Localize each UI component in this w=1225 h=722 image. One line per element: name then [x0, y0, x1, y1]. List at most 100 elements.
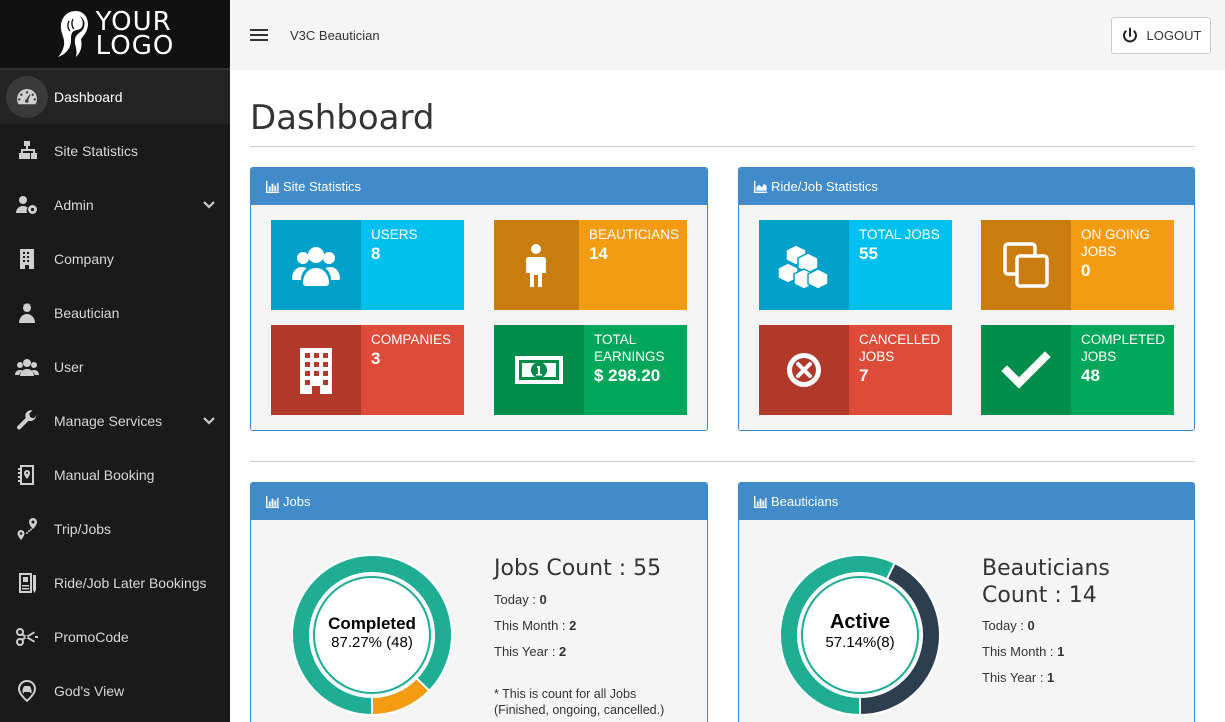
- stat-tile-cancelled-jobs[interactable]: CANCELLED JOBS 7: [759, 325, 952, 415]
- count-title-line-2: Count : 14: [982, 583, 1097, 608]
- jobs-panel: Jobs Completed 87.27% (48) Jobs Count : …: [250, 482, 708, 722]
- sidebar-item-promocode[interactable]: PromoCode: [0, 610, 230, 664]
- tile-value: 48: [1081, 366, 1100, 385]
- site-statistics-panel: Site Statistics USERS 8 BEAUTICIANS 14 C…: [250, 167, 708, 431]
- sitemap-icon: [12, 136, 42, 166]
- jobs-year-value: 2: [559, 644, 567, 659]
- panel-header: Beauticians: [739, 483, 1194, 520]
- sidebar-item-trip-jobs[interactable]: Trip/Jobs: [0, 502, 230, 556]
- jobs-this-month: This Month : 2: [494, 618, 576, 633]
- person-icon: [494, 220, 579, 310]
- logo-head-icon: [57, 11, 88, 57]
- beauticians-year-label: This Year :: [982, 670, 1048, 685]
- tile-info: CANCELLED JOBS 7: [849, 325, 952, 415]
- stat-tile-companies[interactable]: COMPANIES 3: [271, 325, 464, 415]
- beauticians-today: Today : 0: [982, 618, 1035, 633]
- stat-tile-completed-jobs[interactable]: COMPLETED JOBS 48: [981, 325, 1174, 415]
- count-title-line-1: Beauticians: [982, 556, 1110, 581]
- beauticians-panel: Beauticians Active 57.14%(8) Beauticians…: [738, 482, 1195, 722]
- sidebar-item-label: Admin: [54, 197, 94, 213]
- booking-book-icon: [12, 460, 42, 490]
- beauticians-month-label: This Month :: [982, 644, 1058, 659]
- panel-title: Site Statistics: [283, 179, 362, 194]
- building-icon: [12, 244, 42, 274]
- sidebar-item-user[interactable]: User: [0, 340, 230, 394]
- sidebar-nav: Dashboard Site Statistics Admin Company: [0, 70, 230, 718]
- stat-tile-total-jobs[interactable]: TOTAL JOBS 55: [759, 220, 952, 310]
- times-circle-icon: [759, 325, 849, 415]
- jobs-note: * This is count for all Jobs (Finished, …: [494, 686, 664, 718]
- beautician-icon: [12, 298, 42, 328]
- sidebar-item-company[interactable]: Company: [0, 232, 230, 286]
- sidebar-item-dashboard[interactable]: Dashboard: [0, 70, 230, 124]
- scissors-icon: [12, 622, 42, 652]
- stat-tile-ongoing-jobs[interactable]: ON GOING JOBS 0: [981, 220, 1174, 310]
- jobs-month-value: 2: [569, 618, 577, 633]
- tile-label: COMPANIES: [371, 332, 452, 347]
- sidebar-item-gods-view[interactable]: God's View: [0, 664, 230, 718]
- panel-title: Ride/Job Statistics: [771, 179, 878, 194]
- note-line-1: * This is count for all Jobs: [494, 687, 637, 701]
- sidebar-item-label: Manual Booking: [54, 467, 155, 483]
- job-statistics-panel: Ride/Job Statistics TOTAL JOBS 55 ON GOI…: [738, 167, 1195, 431]
- sidebar-item-later-bookings[interactable]: Ride/Job Later Bookings: [0, 556, 230, 610]
- cubes-icon: [759, 220, 849, 310]
- tile-info: TOTAL EARNINGS $ 298.20: [584, 325, 687, 415]
- beauticians-this-year: This Year : 1: [982, 670, 1054, 685]
- users-group-icon: [271, 220, 361, 310]
- sidebar-item-manage-services[interactable]: Manage Services: [0, 394, 230, 448]
- copy-icon: [981, 220, 1071, 310]
- stat-tile-beauticians[interactable]: BEAUTICIANS 14: [494, 220, 687, 310]
- sidebar-item-site-statistics[interactable]: Site Statistics: [0, 124, 230, 178]
- tile-label: TOTAL JOBS: [859, 227, 940, 242]
- money-bill-icon: [494, 325, 584, 415]
- logo-line-2: LOGO: [95, 31, 175, 61]
- tile-value: 7: [859, 366, 869, 385]
- jobs-today-label: Today :: [494, 592, 540, 607]
- beauticians-donut-center: Active 57.14%(8): [795, 611, 925, 651]
- jobs-today-value: 0: [539, 592, 547, 607]
- later-booking-icon: [12, 568, 42, 598]
- bar-chart-icon: [266, 495, 279, 508]
- sidebar-item-label: Trip/Jobs: [54, 521, 112, 537]
- sidebar-item-label: God's View: [54, 683, 125, 699]
- sidebar-item-admin[interactable]: Admin: [0, 178, 230, 232]
- tile-label: BEAUTICIANS: [588, 227, 679, 242]
- tile-label: ON GOING JOBS: [1081, 227, 1151, 259]
- stat-tile-total-earnings[interactable]: TOTAL EARNINGS $ 298.20: [494, 325, 687, 415]
- logo-text: YOUR LOGO: [95, 9, 175, 61]
- beauticians-today-value: 0: [1027, 618, 1035, 633]
- sidebar-item-label: Beautician: [54, 305, 120, 321]
- users-cog-icon: [12, 190, 42, 220]
- donut-title: Completed: [328, 614, 416, 633]
- check-icon: [981, 325, 1071, 415]
- panel-header: Site Statistics: [251, 168, 707, 205]
- beauticians-year-value: 1: [1047, 670, 1055, 685]
- tile-info: COMPANIES 3: [361, 325, 464, 415]
- user-group-icon: [12, 352, 42, 382]
- tile-info: COMPLETED JOBS 48: [1071, 325, 1174, 415]
- wrench-icon: [12, 406, 42, 436]
- chevron-down-icon: [202, 414, 216, 428]
- tile-value: 3: [371, 349, 381, 368]
- donut-title: Active: [829, 611, 891, 633]
- logout-button[interactable]: LOGOUT: [1111, 17, 1211, 54]
- hamburger-menu-icon[interactable]: [250, 29, 268, 41]
- stat-tile-users[interactable]: USERS 8: [271, 220, 464, 310]
- sidebar-item-manual-booking[interactable]: Manual Booking: [0, 448, 230, 502]
- sidebar-item-label: Company: [54, 251, 114, 267]
- jobs-donut-center: Completed 87.27% (48): [307, 614, 437, 651]
- jobs-today: Today : 0: [494, 592, 547, 607]
- tile-info: ON GOING JOBS 0: [1071, 220, 1174, 310]
- sidebar-item-beautician[interactable]: Beautician: [0, 286, 230, 340]
- tile-label: CANCELLED JOBS: [859, 332, 941, 364]
- panel-body: USERS 8 BEAUTICIANS 14 COMPANIES 3 TOTAL…: [251, 205, 707, 430]
- logo[interactable]: YOUR LOGO: [56, 9, 175, 59]
- panel-body: TOTAL JOBS 55 ON GOING JOBS 0 CANCELLED …: [739, 205, 1194, 430]
- area-chart-icon: [754, 180, 767, 193]
- logo-area: YOUR LOGO: [0, 0, 230, 70]
- tile-info: USERS 8: [361, 220, 464, 310]
- car-pin-icon: [12, 676, 42, 706]
- bar-chart-icon: [754, 495, 767, 508]
- tile-info: TOTAL JOBS 55: [849, 220, 952, 310]
